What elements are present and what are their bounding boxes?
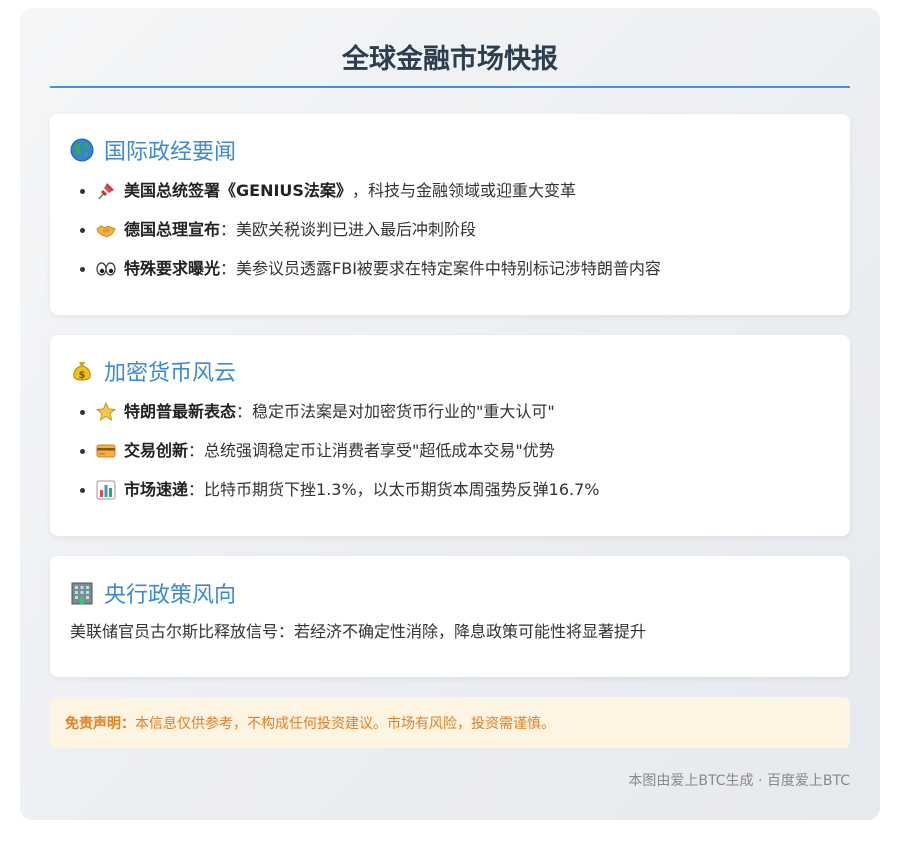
disclaimer-label: 免责声明： (65, 715, 135, 732)
page-title: 全球金融市场快报 (342, 44, 558, 75)
item-headline: 特朗普最新表态 (124, 402, 237, 421)
item-text: ：稳定币法案是对加密货币行业的"重大认可" (236, 402, 555, 421)
globe-icon (70, 138, 94, 162)
list-item: 市场速递 ：比特币期货下挫1.3%，以太币期货本周强势反弹16.7% (70, 475, 830, 514)
news-list: 美国总统签署《GENIUS法案》 ，科技与金融领域或迎重大变革 德国总理宣布 ：美欧… (70, 176, 830, 293)
item-headline: 德国总理宣布 (124, 220, 221, 239)
list-item: 交易创新 ：总统强调稳定币让消费者享受"超低成本交易"优势 (70, 436, 830, 475)
section-international-news: 国际政经要闻 美国总统签署《GENIUS法案》 ，科技与金融领域或迎重大变革 德… (50, 114, 850, 315)
disclaimer-text: 本信息仅供参考，不构成任何投资建议。市场有风险，投资需谨慎。 (135, 715, 555, 732)
item-headline: 交易创新 (124, 441, 189, 460)
list-item: 德国总理宣布 ：美欧关税谈判已进入最后冲刺阶段 (70, 215, 830, 254)
footer-credit: 本图由爱上BTC生成 · 百度爱上BTC (628, 773, 850, 789)
report-container: 全球金融市场快报 国际政经要闻 美国总统签署《GENIUS法案》 ，科技与金融领… (20, 8, 880, 820)
list-item: 特殊要求曝光 ：美参议员透露FBI被要求在特定案件中特别标记涉特朗普内容 (70, 254, 830, 293)
svg-text:$: $ (79, 370, 86, 381)
item-text: ：美参议员透露FBI被要求在特定案件中特别标记涉特朗普内容 (220, 259, 661, 278)
title-divider (50, 86, 850, 88)
list-item: 美国总统签署《GENIUS法案》 ，科技与金融领域或迎重大变革 (70, 176, 830, 215)
item-text: ：总统强调稳定币让消费者享受"超低成本交易"优势 (188, 441, 555, 460)
pushpin-icon (96, 176, 116, 206)
section-title: 央行政策风向 (104, 583, 237, 608)
handshake-icon (96, 215, 116, 245)
section-crypto: $ 加密货币风云 特朗普最新表态 ：稳定币法案是对加密货币行业的"重大认可" 交… (50, 335, 850, 536)
star-icon (96, 397, 116, 427)
section-title: 国际政经要闻 (104, 140, 237, 165)
section-header: 央行政策风向 (70, 577, 830, 609)
item-text: ：美欧关税谈判已进入最后冲刺阶段 (220, 220, 477, 239)
item-headline: 市场速递 (124, 480, 189, 499)
bar-chart-icon (96, 475, 116, 505)
crypto-list: 特朗普最新表态 ：稳定币法案是对加密货币行业的"重大认可" 交易创新 ：总统强调稳定… (70, 397, 830, 514)
section-title: 加密货币风云 (104, 361, 237, 386)
item-headline: 特殊要求曝光 (124, 259, 221, 278)
money-bag-icon: $ (70, 359, 94, 383)
list-item: 特朗普最新表态 ：稳定币法案是对加密货币行业的"重大认可" (70, 397, 830, 436)
section-header: $ 加密货币风云 (70, 355, 830, 387)
item-text: ，科技与金融领域或迎重大变革 (351, 181, 576, 200)
disclaimer-box: 免责声明： 本信息仅供参考，不构成任何投资建议。市场有风险，投资需谨慎。 (50, 697, 850, 748)
item-text: ：比特币期货下挫1.3%，以太币期货本周强势反弹16.7% (188, 480, 600, 499)
eyes-icon (96, 254, 116, 284)
section-header: 国际政经要闻 (70, 134, 830, 166)
section-body: 美联储官员古尔斯比释放信号：若经济不确定性消除，降息政策可能性将显著提升 (70, 622, 647, 641)
credit-card-icon (96, 436, 116, 466)
section-central-bank: 央行政策风向 美联储官员古尔斯比释放信号：若经济不确定性消除，降息政策可能性将显… (50, 556, 850, 677)
item-headline: 美国总统签署《GENIUS法案》 (124, 181, 352, 200)
office-building-icon (70, 581, 94, 605)
